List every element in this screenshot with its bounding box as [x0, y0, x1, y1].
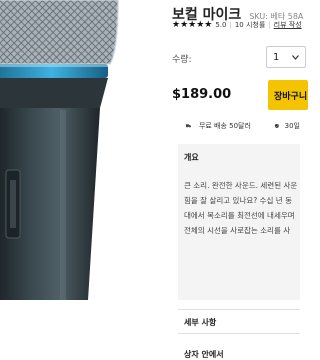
product-info-panel: 보컬 마이크 SKU: 베타 58A ★★★★★ 5.0 | 10 시청률 | …: [158, 0, 308, 359]
rating-value: 5.0: [215, 21, 227, 29]
add-to-cart-button[interactable]: 장바구니: [268, 80, 308, 110]
overview-heading[interactable]: 개요: [184, 152, 199, 163]
separator: |: [229, 21, 232, 29]
overview-text: 큰 소리. 완전한 사운드. 세련된 사운 힘을 잘 살리고 있나요? 수십 년…: [184, 178, 302, 238]
quantity-value: 1: [273, 51, 280, 63]
rating-row: ★★★★★ 5.0 | 10 시청률 | 리뷰 작성: [172, 20, 302, 30]
price: $189.00: [172, 87, 232, 102]
quantity-select[interactable]: 1: [266, 46, 306, 68]
guarantee-text: 30일: [284, 122, 300, 130]
free-shipping-text: 무료 배송 50달러: [198, 122, 251, 130]
quantity-label: 수량:: [172, 55, 192, 65]
product-image: [0, 0, 158, 300]
shipping-row: 무료 배송 50달러 30일: [186, 118, 300, 134]
overview-line: 전체의 시선을 사로잡는 소리를 사: [184, 226, 291, 235]
overview-line: 큰 소리. 완전한 사운드. 세련된 사운: [184, 181, 298, 190]
separator: |: [268, 21, 271, 29]
overview-line: 힘을 잘 살리고 있나요? 수십 년 동: [184, 196, 292, 205]
divider: [178, 333, 300, 334]
details-heading[interactable]: 세부 사항: [184, 317, 216, 328]
microphone-image: [0, 0, 120, 300]
divider: [178, 309, 300, 310]
chevron-down-icon: [292, 54, 299, 60]
box-contents-heading[interactable]: 상자 안에서: [184, 349, 224, 360]
product-details-panel: 개요 큰 소리. 완전한 사운드. 세련된 사운 힘을 잘 살리고 있나요? 수…: [178, 144, 302, 359]
write-review-link[interactable]: 리뷰 작성: [274, 20, 302, 30]
overview-line: 대에서 목소리를 최전선에 내세우며: [184, 211, 295, 220]
star-icon: ★★★★★: [172, 20, 213, 30]
shield-icon: [274, 123, 279, 129]
review-count[interactable]: 10 시청률: [235, 20, 265, 30]
truck-icon: [186, 124, 191, 128]
